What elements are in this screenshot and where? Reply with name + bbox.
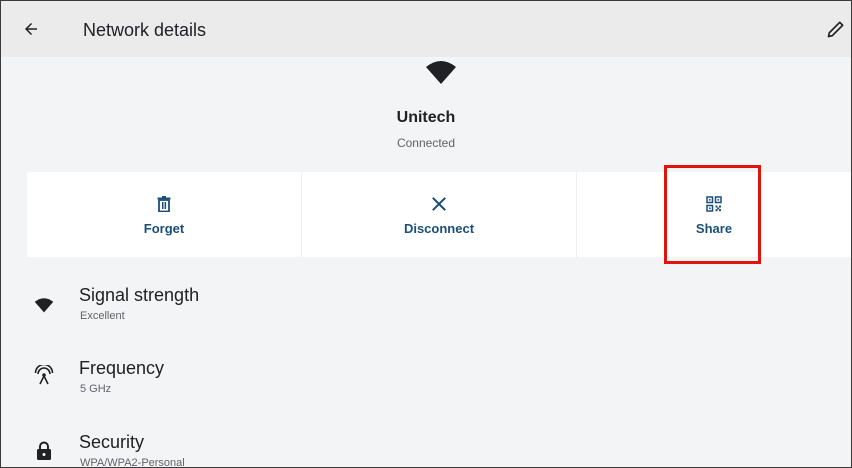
trash-icon — [154, 194, 174, 214]
lock-icon — [33, 440, 55, 462]
back-button[interactable] — [19, 17, 43, 41]
wifi-icon — [426, 61, 456, 84]
app-bar: Network details — [1, 1, 851, 57]
list-item-signal-strength[interactable]: Signal strength Excellent — [1, 279, 851, 339]
forget-label: Forget — [143, 221, 185, 236]
frequency-title: Frequency — [79, 358, 165, 378]
disconnect-label: Disconnect — [403, 221, 475, 236]
antenna-icon — [33, 364, 55, 386]
page-title: Network details — [83, 20, 207, 40]
arrow-back-icon — [25, 23, 37, 35]
network-details-screen: Network details Unitech Connected Forget — [0, 0, 852, 468]
frequency-value: 5 GHz — [80, 383, 112, 395]
share-button[interactable]: Share — [576, 172, 851, 257]
pencil-icon — [827, 21, 844, 38]
network-name: Unitech — [396, 109, 456, 126]
share-label: Share — [695, 221, 733, 236]
close-icon — [429, 194, 449, 214]
qr-code-icon — [704, 194, 724, 214]
signal-strength-title: Signal strength — [79, 285, 200, 305]
signal-strength-value: Excellent — [80, 310, 125, 322]
wifi-icon — [33, 294, 55, 316]
list-item-security[interactable]: Security WPA/WPA2-Personal — [1, 426, 851, 468]
network-status: Connected — [396, 136, 456, 150]
forget-button[interactable]: Forget — [27, 172, 301, 257]
security-value: WPA/WPA2-Personal — [80, 457, 185, 468]
edit-button[interactable] — [825, 18, 847, 40]
security-title: Security — [79, 432, 145, 452]
disconnect-button[interactable]: Disconnect — [301, 172, 576, 257]
action-bar: Forget Disconnect Share — [27, 172, 851, 257]
list-item-frequency[interactable]: Frequency 5 GHz — [1, 352, 851, 412]
